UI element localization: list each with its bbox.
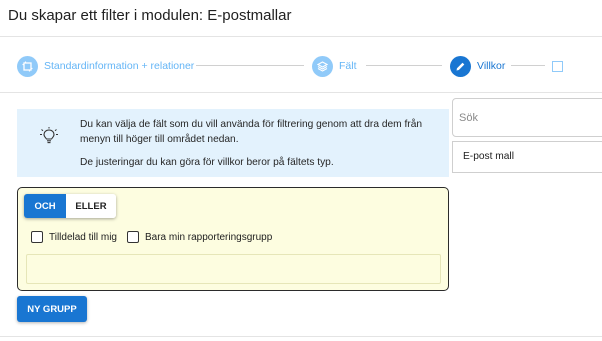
info-text-secondary: De justeringar du kan göra för villkor b… [80, 157, 334, 168]
step-connector [196, 65, 304, 66]
header-divider [0, 36, 602, 37]
next-step-icon [552, 60, 563, 72]
assigned-to-me-checkbox[interactable]: Tilldelad till mig [31, 231, 117, 243]
layers-icon [312, 55, 333, 77]
and-button[interactable]: OCH [24, 194, 66, 218]
footer-divider [0, 336, 602, 337]
condition-group[interactable]: OCH ELLER Tilldelad till mig Bara min ra… [17, 187, 449, 291]
field-search-input[interactable] [452, 98, 602, 137]
info-text-primary: Du kan välja de fält som du vill använda… [80, 119, 423, 145]
step-label: Standardinformation + relationer [44, 60, 195, 72]
condition-drop-zone[interactable] [26, 254, 441, 284]
step-next [552, 55, 563, 77]
grid-icon [17, 55, 38, 77]
page-title: Du skapar ett filter i modulen: E-postma… [8, 7, 292, 24]
checkbox-label: Tilldelad till mig [49, 231, 117, 243]
or-button[interactable]: ELLER [66, 194, 116, 218]
step-label: Villkor [477, 60, 506, 72]
step-label: Fält [339, 60, 357, 72]
my-reporting-group-checkbox[interactable]: Bara min rapporteringsgrupp [127, 231, 272, 243]
step-standard-info[interactable]: Standardinformation + relationer [17, 55, 194, 77]
step-conditions[interactable]: Villkor [450, 55, 505, 77]
checkbox-box[interactable] [127, 231, 139, 243]
stepper-divider [0, 92, 602, 93]
operator-toggle: OCH ELLER [24, 194, 116, 218]
new-group-button[interactable]: NY GRUPP [17, 296, 87, 322]
step-fields[interactable]: Fält [312, 55, 357, 77]
info-box: Du kan välja de fält som du vill använda… [17, 109, 449, 177]
step-connector [366, 65, 442, 66]
lightbulb-icon [38, 127, 60, 152]
pencil-icon [450, 55, 471, 77]
draggable-field-item[interactable]: E-post mall [452, 141, 602, 173]
checkbox-label: Bara min rapporteringsgrupp [145, 231, 273, 243]
step-connector [511, 65, 545, 66]
checkbox-box[interactable] [31, 231, 43, 243]
